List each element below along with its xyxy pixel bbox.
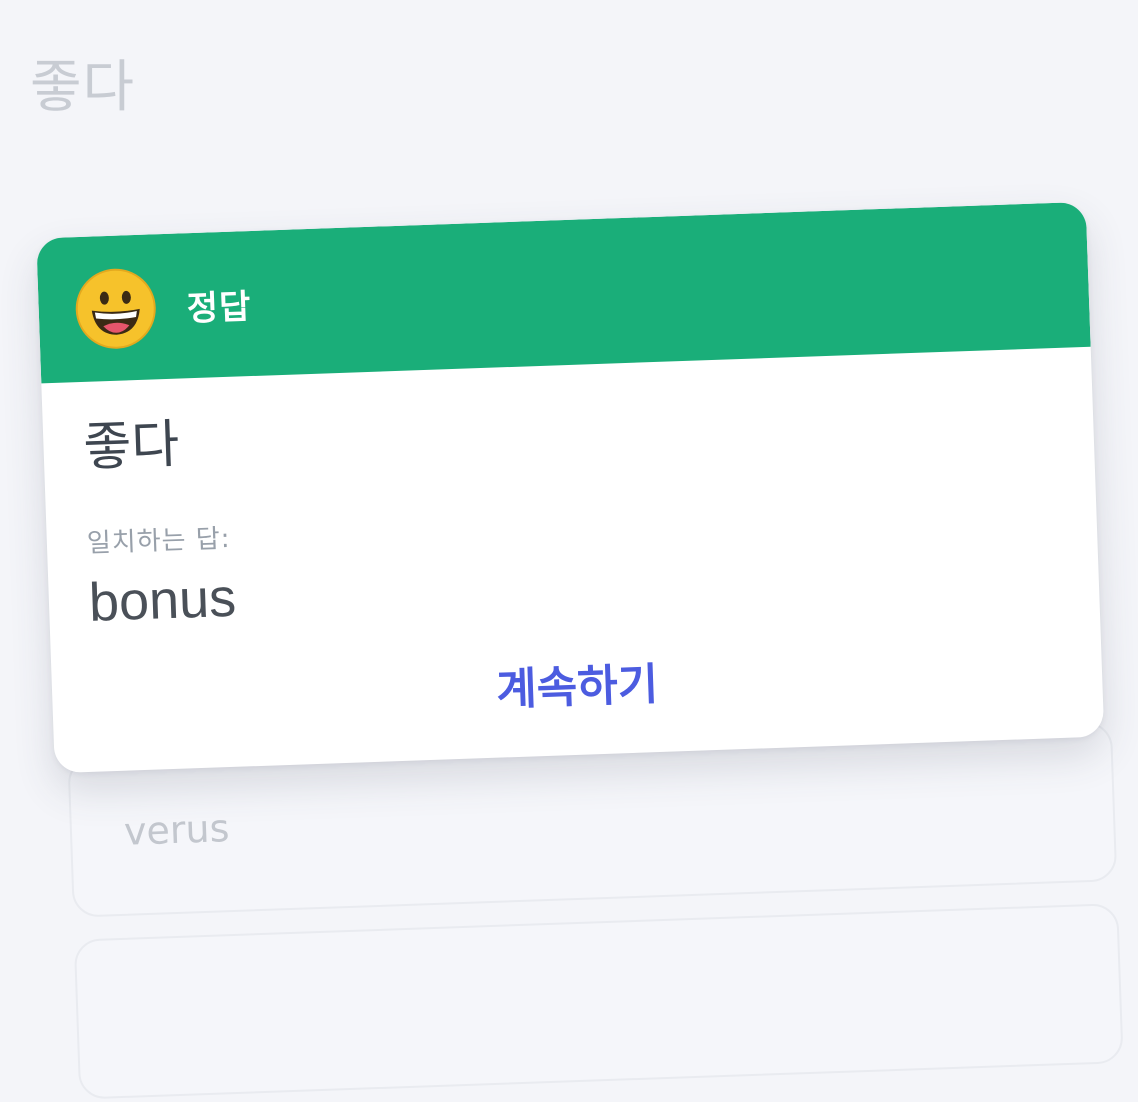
feedback-title: 정답 <box>186 287 253 330</box>
answer-option-label: verus <box>123 806 231 854</box>
continue-button[interactable]: 계속하기 <box>51 633 1103 734</box>
answer-word: 좋다 <box>82 414 181 478</box>
answer-option[interactable] <box>73 903 1124 1100</box>
feedback-body: 좋다 일치하는 답: bonus <box>41 347 1099 636</box>
feedback-card: 정답 좋다 일치하는 답: bonus 계속하기 <box>36 201 1105 774</box>
grinning-face-icon <box>73 266 158 351</box>
tilted-layer: verus 정답 좋다 일치하는 답: bonus 계속하기 <box>0 0 1138 1100</box>
